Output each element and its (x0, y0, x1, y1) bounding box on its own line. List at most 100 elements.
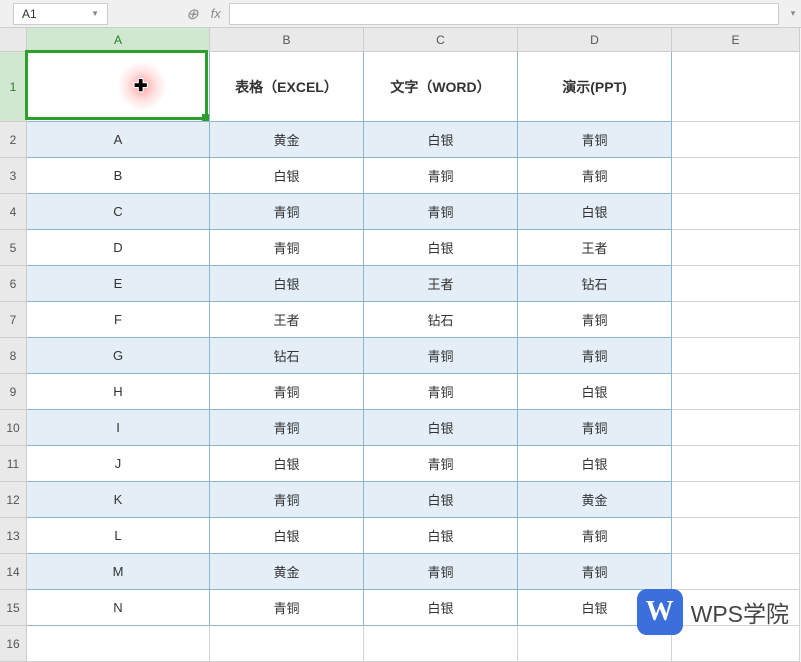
data-cell[interactable]: 白银 (364, 518, 518, 554)
data-cell[interactable]: 青铜 (364, 338, 518, 374)
column-header[interactable]: C (364, 28, 518, 52)
data-cell[interactable]: 青铜 (210, 410, 364, 446)
data-cell[interactable]: 青铜 (364, 446, 518, 482)
data-cell[interactable]: 青铜 (364, 374, 518, 410)
row-header[interactable]: 6 (0, 266, 27, 302)
data-cell[interactable]: G (27, 338, 210, 374)
data-cell[interactable]: 白银 (364, 410, 518, 446)
data-cell[interactable]: 白银 (518, 446, 672, 482)
data-cell[interactable] (672, 230, 800, 266)
data-cell[interactable]: 白银 (364, 230, 518, 266)
data-cell[interactable] (672, 122, 800, 158)
header-cell[interactable] (27, 52, 210, 122)
data-cell[interactable]: 青铜 (210, 194, 364, 230)
data-cell[interactable] (672, 266, 800, 302)
data-cell[interactable] (672, 302, 800, 338)
data-cell[interactable]: 青铜 (364, 194, 518, 230)
data-cell[interactable]: 黄金 (518, 482, 672, 518)
data-cell[interactable]: 黄金 (210, 554, 364, 590)
data-cell[interactable]: J (27, 446, 210, 482)
data-cell[interactable] (672, 410, 800, 446)
fx-icon[interactable]: fx (211, 6, 221, 21)
data-cell[interactable]: 青铜 (210, 590, 364, 626)
data-cell[interactable]: C (27, 194, 210, 230)
zoom-icon[interactable]: ⊕ (186, 5, 199, 23)
select-all-corner[interactable] (0, 28, 27, 52)
data-cell[interactable]: 白银 (518, 194, 672, 230)
data-cell[interactable] (672, 554, 800, 590)
data-cell[interactable] (672, 338, 800, 374)
row-header[interactable]: 1 (0, 52, 27, 122)
row-header[interactable]: 3 (0, 158, 27, 194)
data-cell[interactable]: 钻石 (210, 338, 364, 374)
data-cell[interactable] (364, 626, 518, 662)
row-header[interactable]: 14 (0, 554, 27, 590)
data-cell[interactable]: N (27, 590, 210, 626)
row-header[interactable]: 13 (0, 518, 27, 554)
row-header[interactable]: 4 (0, 194, 27, 230)
data-cell[interactable]: 白银 (210, 446, 364, 482)
data-cell[interactable]: 白银 (210, 158, 364, 194)
data-cell[interactable] (27, 626, 210, 662)
row-header[interactable]: 7 (0, 302, 27, 338)
data-cell[interactable]: F (27, 302, 210, 338)
data-cell[interactable]: 青铜 (364, 158, 518, 194)
row-header[interactable]: 12 (0, 482, 27, 518)
row-header[interactable]: 15 (0, 590, 27, 626)
data-cell[interactable]: I (27, 410, 210, 446)
row-header[interactable]: 8 (0, 338, 27, 374)
header-cell[interactable]: 演示(PPT) (518, 52, 672, 122)
data-cell[interactable]: L (27, 518, 210, 554)
data-cell[interactable]: E (27, 266, 210, 302)
row-header[interactable]: 5 (0, 230, 27, 266)
formula-input[interactable] (229, 3, 779, 25)
data-cell[interactable] (672, 518, 800, 554)
data-cell[interactable]: 白银 (364, 482, 518, 518)
header-cell[interactable]: 文字（WORD） (364, 52, 518, 122)
data-cell[interactable]: 王者 (364, 266, 518, 302)
data-cell[interactable]: 青铜 (518, 338, 672, 374)
data-cell[interactable] (672, 482, 800, 518)
data-cell[interactable]: B (27, 158, 210, 194)
data-cell[interactable]: 青铜 (518, 122, 672, 158)
data-cell[interactable]: H (27, 374, 210, 410)
data-cell[interactable]: 王者 (518, 230, 672, 266)
header-cell[interactable]: 表格（EXCEL） (210, 52, 364, 122)
column-header[interactable]: E (672, 28, 800, 52)
data-cell[interactable]: 王者 (210, 302, 364, 338)
data-cell[interactable]: D (27, 230, 210, 266)
data-cell[interactable]: M (27, 554, 210, 590)
data-cell[interactable]: 青铜 (518, 302, 672, 338)
column-header[interactable]: A (27, 28, 210, 52)
data-cell[interactable]: 青铜 (210, 230, 364, 266)
data-cell[interactable]: 白银 (518, 374, 672, 410)
data-cell[interactable]: 青铜 (364, 554, 518, 590)
cells-grid[interactable]: 表格（EXCEL）文字（WORD）演示(PPT)A黄金白银青铜B白银青铜青铜C青… (27, 52, 800, 662)
data-cell[interactable]: 青铜 (518, 410, 672, 446)
data-cell[interactable]: 青铜 (210, 374, 364, 410)
row-header[interactable]: 2 (0, 122, 27, 158)
header-cell[interactable] (672, 52, 800, 122)
data-cell[interactable]: 白银 (364, 122, 518, 158)
data-cell[interactable]: 白银 (364, 590, 518, 626)
data-cell[interactable]: 青铜 (210, 482, 364, 518)
data-cell[interactable] (672, 374, 800, 410)
name-box[interactable]: A1 ▼ (13, 3, 108, 25)
row-header[interactable]: 11 (0, 446, 27, 482)
data-cell[interactable]: K (27, 482, 210, 518)
row-header[interactable]: 9 (0, 374, 27, 410)
data-cell[interactable]: 钻石 (364, 302, 518, 338)
formula-expand-icon[interactable]: ▾ (785, 8, 801, 19)
data-cell[interactable] (672, 158, 800, 194)
column-header[interactable]: B (210, 28, 364, 52)
data-cell[interactable]: 白银 (210, 518, 364, 554)
data-cell[interactable]: 青铜 (518, 158, 672, 194)
data-cell[interactable]: A (27, 122, 210, 158)
data-cell[interactable]: 白银 (210, 266, 364, 302)
data-cell[interactable] (672, 194, 800, 230)
data-cell[interactable]: 黄金 (210, 122, 364, 158)
data-cell[interactable]: 青铜 (518, 554, 672, 590)
column-header[interactable]: D (518, 28, 672, 52)
row-header[interactable]: 16 (0, 626, 27, 662)
data-cell[interactable] (210, 626, 364, 662)
